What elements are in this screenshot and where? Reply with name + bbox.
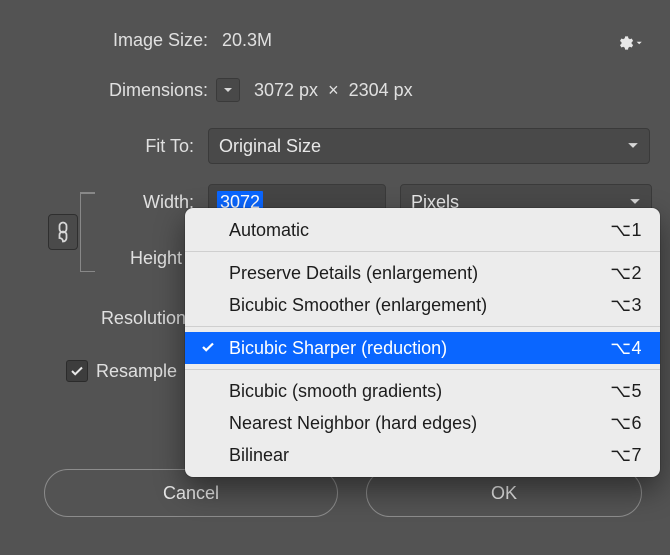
height-label: Height — [0, 248, 182, 269]
menu-separator — [185, 369, 660, 370]
width-label: Width: — [0, 192, 194, 213]
menu-item[interactable]: Bicubic (smooth gradients) ⌥5 — [185, 375, 660, 407]
menu-item-label: Bicubic (smooth gradients) — [229, 381, 442, 402]
menu-item[interactable]: Nearest Neighbor (hard edges) ⌥6 — [185, 407, 660, 439]
menu-item[interactable]: Preserve Details (enlargement) ⌥2 — [185, 257, 660, 289]
menu-item-label: Bicubic Smoother (enlargement) — [229, 295, 487, 316]
menu-item[interactable]: Automatic ⌥1 — [185, 214, 660, 246]
dimensions-label: Dimensions: — [0, 80, 208, 101]
menu-item[interactable]: Bicubic Sharper (reduction) ⌥4 — [185, 332, 660, 364]
dimensions-height: 2304 px — [349, 80, 413, 101]
menu-item-label: Nearest Neighbor (hard edges) — [229, 413, 477, 434]
resample-checkbox[interactable] — [66, 360, 88, 382]
menu-item-shortcut: ⌥6 — [610, 413, 642, 434]
ok-label: OK — [491, 483, 517, 504]
dimensions-times: × — [328, 80, 339, 101]
image-size-label: Image Size: — [0, 30, 208, 51]
menu-item-shortcut: ⌥5 — [610, 381, 642, 402]
menu-item-label: Automatic — [229, 220, 309, 241]
dimensions-width: 3072 px — [254, 80, 318, 101]
menu-separator — [185, 326, 660, 327]
check-icon — [201, 338, 215, 359]
chevron-down-icon — [627, 136, 639, 157]
menu-item-shortcut: ⌥2 — [610, 263, 642, 284]
menu-item-shortcut: ⌥3 — [610, 295, 642, 316]
menu-item-label: Preserve Details (enlargement) — [229, 263, 478, 284]
menu-item-label: Bicubic Sharper (reduction) — [229, 338, 447, 359]
chevron-down-icon — [223, 85, 233, 95]
menu-item-shortcut: ⌥4 — [610, 338, 642, 359]
resample-method-menu: Automatic ⌥1 Preserve Details (enlargement… — [185, 208, 660, 477]
menu-item-shortcut: ⌥1 — [610, 220, 642, 241]
menu-item[interactable]: Bicubic Smoother (enlargement) ⌥3 — [185, 289, 660, 321]
check-icon — [70, 364, 84, 378]
fit-to-value: Original Size — [219, 136, 321, 157]
image-size-value: 20.3M — [222, 30, 272, 51]
fit-to-label: Fit To: — [0, 136, 194, 157]
resample-label: Resample — [96, 361, 177, 382]
menu-item-shortcut: ⌥7 — [610, 445, 642, 466]
menu-item-label: Bilinear — [229, 445, 289, 466]
chain-link-icon — [56, 221, 70, 243]
fit-to-dropdown[interactable]: Original Size — [208, 128, 650, 164]
menu-item[interactable]: Bilinear ⌥7 — [185, 439, 660, 471]
cancel-label: Cancel — [163, 483, 219, 504]
dimensions-expand-button[interactable] — [216, 78, 240, 102]
menu-separator — [185, 251, 660, 252]
resolution-label: Resolution — [0, 308, 186, 329]
